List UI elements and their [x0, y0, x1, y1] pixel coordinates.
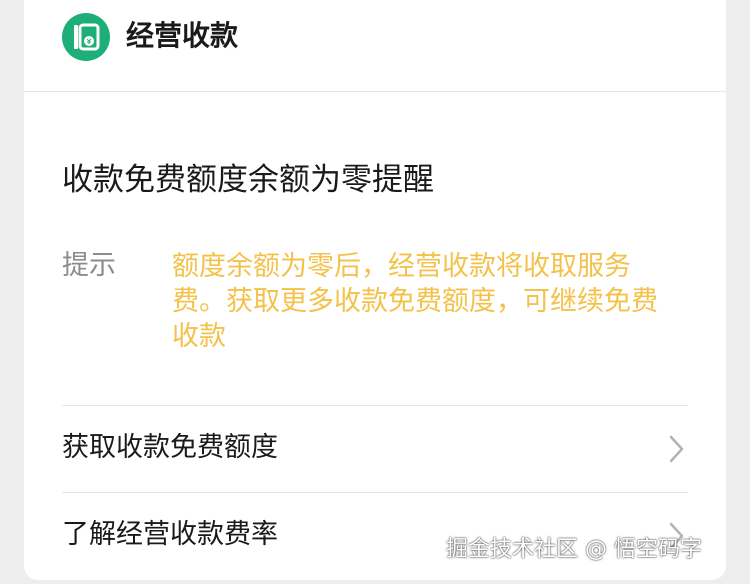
merchant-payment-logo-icon [62, 13, 110, 61]
hint-text: 额度余额为零后，经营收款将收取服务费。获取更多收款免费额度，可继续免费收款 [172, 251, 658, 352]
link-row-get-free-quota[interactable]: 获取收款免费额度 [62, 405, 688, 493]
link-label: 了解经营收款费率 [62, 519, 278, 550]
card-header[interactable]: 经营收款 [24, 0, 726, 92]
link-label: 获取收款免费额度 [62, 432, 278, 463]
hint-label: 提示 [62, 250, 116, 281]
message-card: 经营收款 收款免费额度余额为零提醒 提示 额度余额为零后，经营收款将收取服务费。… [24, 0, 726, 580]
message-title: 收款免费额度余额为零提醒 [62, 162, 434, 198]
chevron-right-icon [669, 435, 684, 463]
app-name: 经营收款 [126, 19, 239, 52]
watermark: 掘金技术社区 @ 悟空码字 [446, 537, 702, 562]
